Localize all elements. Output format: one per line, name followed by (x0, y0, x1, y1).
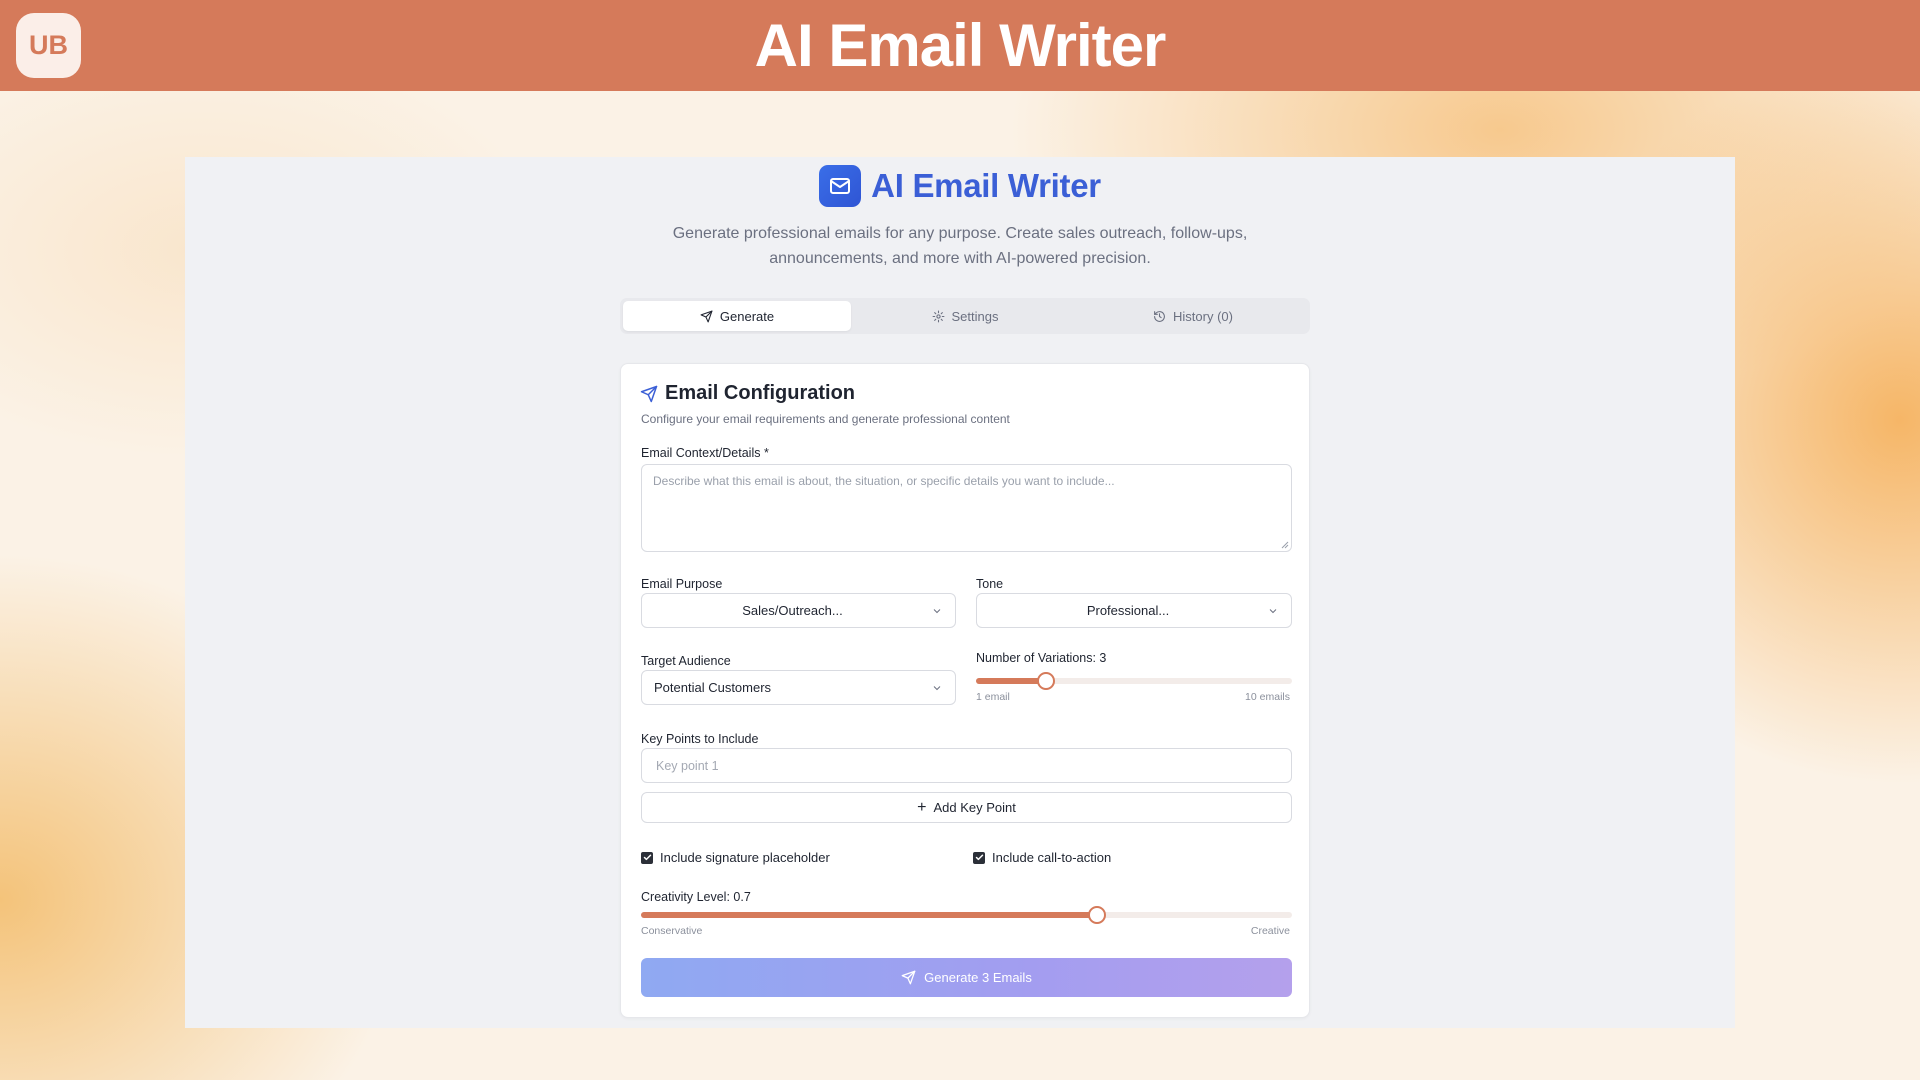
cta-checkbox[interactable] (973, 851, 985, 864)
variations-max-label: 10 emails (1245, 691, 1290, 703)
chevron-down-icon (933, 608, 941, 613)
creativity-max-label: Creative (1250, 925, 1290, 937)
audience-value: Potential Customers (654, 680, 772, 695)
add-key-point-button[interactable]: + Add Key Point (641, 792, 1292, 823)
purpose-label: Email Purpose (641, 577, 723, 591)
audience-label: Target Audience (641, 654, 731, 668)
cta-label: Include call-to-action (992, 850, 1112, 865)
card-subtitle: Configure your email requirements and ge… (641, 412, 1010, 426)
app-header: AI Email Writer Generate professional em… (185, 157, 1735, 271)
tab-bar: Generate Settings History (0) (620, 298, 1310, 334)
card-title: Email Configuration (665, 382, 855, 404)
cta-checkbox-row[interactable]: Include call-to-action (973, 850, 1111, 865)
generate-emails-button[interactable]: Generate 3 Emails (641, 958, 1292, 997)
variations-min-label: 1 email (976, 691, 1010, 703)
tone-value: Professional... (1086, 603, 1170, 618)
generate-emails-label: Generate 3 Emails (924, 970, 1032, 985)
signature-label: Include signature placeholder (660, 850, 830, 865)
gear-icon (932, 310, 944, 322)
ub-logo: UB (16, 13, 81, 78)
mail-icon (819, 165, 862, 207)
creativity-slider-thumb[interactable] (1087, 906, 1106, 924)
chevron-down-icon (933, 685, 941, 690)
signature-checkbox-row[interactable]: Include signature placeholder (641, 850, 830, 865)
title-row: AI Email Writer (819, 165, 1101, 207)
send-icon (901, 970, 916, 985)
keypoints-label: Key Points to Include (641, 732, 759, 746)
app-description: Generate professional emails for any pur… (672, 225, 1248, 267)
check-icon (643, 854, 651, 861)
banner-title: AI Email Writer (754, 12, 1167, 79)
signature-checkbox[interactable] (641, 851, 653, 864)
send-icon (700, 310, 713, 322)
check-icon (975, 854, 983, 861)
add-key-point-label: Add Key Point (933, 800, 1016, 815)
send-icon (640, 385, 658, 402)
email-configuration-card: Email Configuration Configure your email… (620, 363, 1310, 1018)
tab-history-label: History (0) (1173, 308, 1233, 324)
context-placeholder: Describe what this email is about, the s… (653, 474, 1115, 488)
creativity-min-label: Conservative (641, 925, 703, 937)
creativity-slider-fill (641, 912, 1097, 918)
target-audience-select[interactable]: Potential Customers (641, 670, 956, 705)
creativity-label: Creativity Level: 0.7 (641, 890, 751, 904)
tone-label: Tone (976, 577, 1004, 591)
key-point-placeholder: Key point 1 (656, 758, 719, 773)
purpose-value: Sales/Outreach... (742, 603, 843, 618)
chevron-down-icon (1269, 608, 1277, 613)
variations-slider[interactable] (976, 672, 1292, 690)
variations-slider-fill (976, 678, 1047, 684)
key-point-input[interactable]: Key point 1 (641, 748, 1292, 783)
email-purpose-select[interactable]: Sales/Outreach... (641, 593, 956, 628)
variations-label: Number of Variations: 3 (976, 651, 1107, 665)
tab-generate[interactable]: Generate (623, 301, 851, 331)
resize-grip-icon[interactable] (1281, 541, 1289, 549)
context-label: Email Context/Details * (641, 446, 769, 460)
tab-generate-label: Generate (719, 308, 775, 324)
plus-icon: + (917, 798, 927, 816)
tone-select[interactable]: Professional... (976, 593, 1292, 628)
tab-settings-label: Settings (951, 308, 999, 324)
card-header: Email Configuration (640, 382, 855, 405)
tab-history[interactable]: History (0) (1079, 301, 1307, 331)
tab-settings[interactable]: Settings (851, 301, 1079, 331)
email-context-textarea[interactable]: Describe what this email is about, the s… (641, 464, 1292, 552)
app-title: AI Email Writer (871, 167, 1101, 204)
top-banner: UB AI Email Writer (0, 0, 1920, 91)
creativity-slider[interactable] (641, 906, 1292, 924)
history-icon (1154, 310, 1165, 322)
app-window: AI Email Writer Generate professional em… (185, 157, 1735, 1028)
variations-slider-thumb[interactable] (1037, 672, 1056, 690)
